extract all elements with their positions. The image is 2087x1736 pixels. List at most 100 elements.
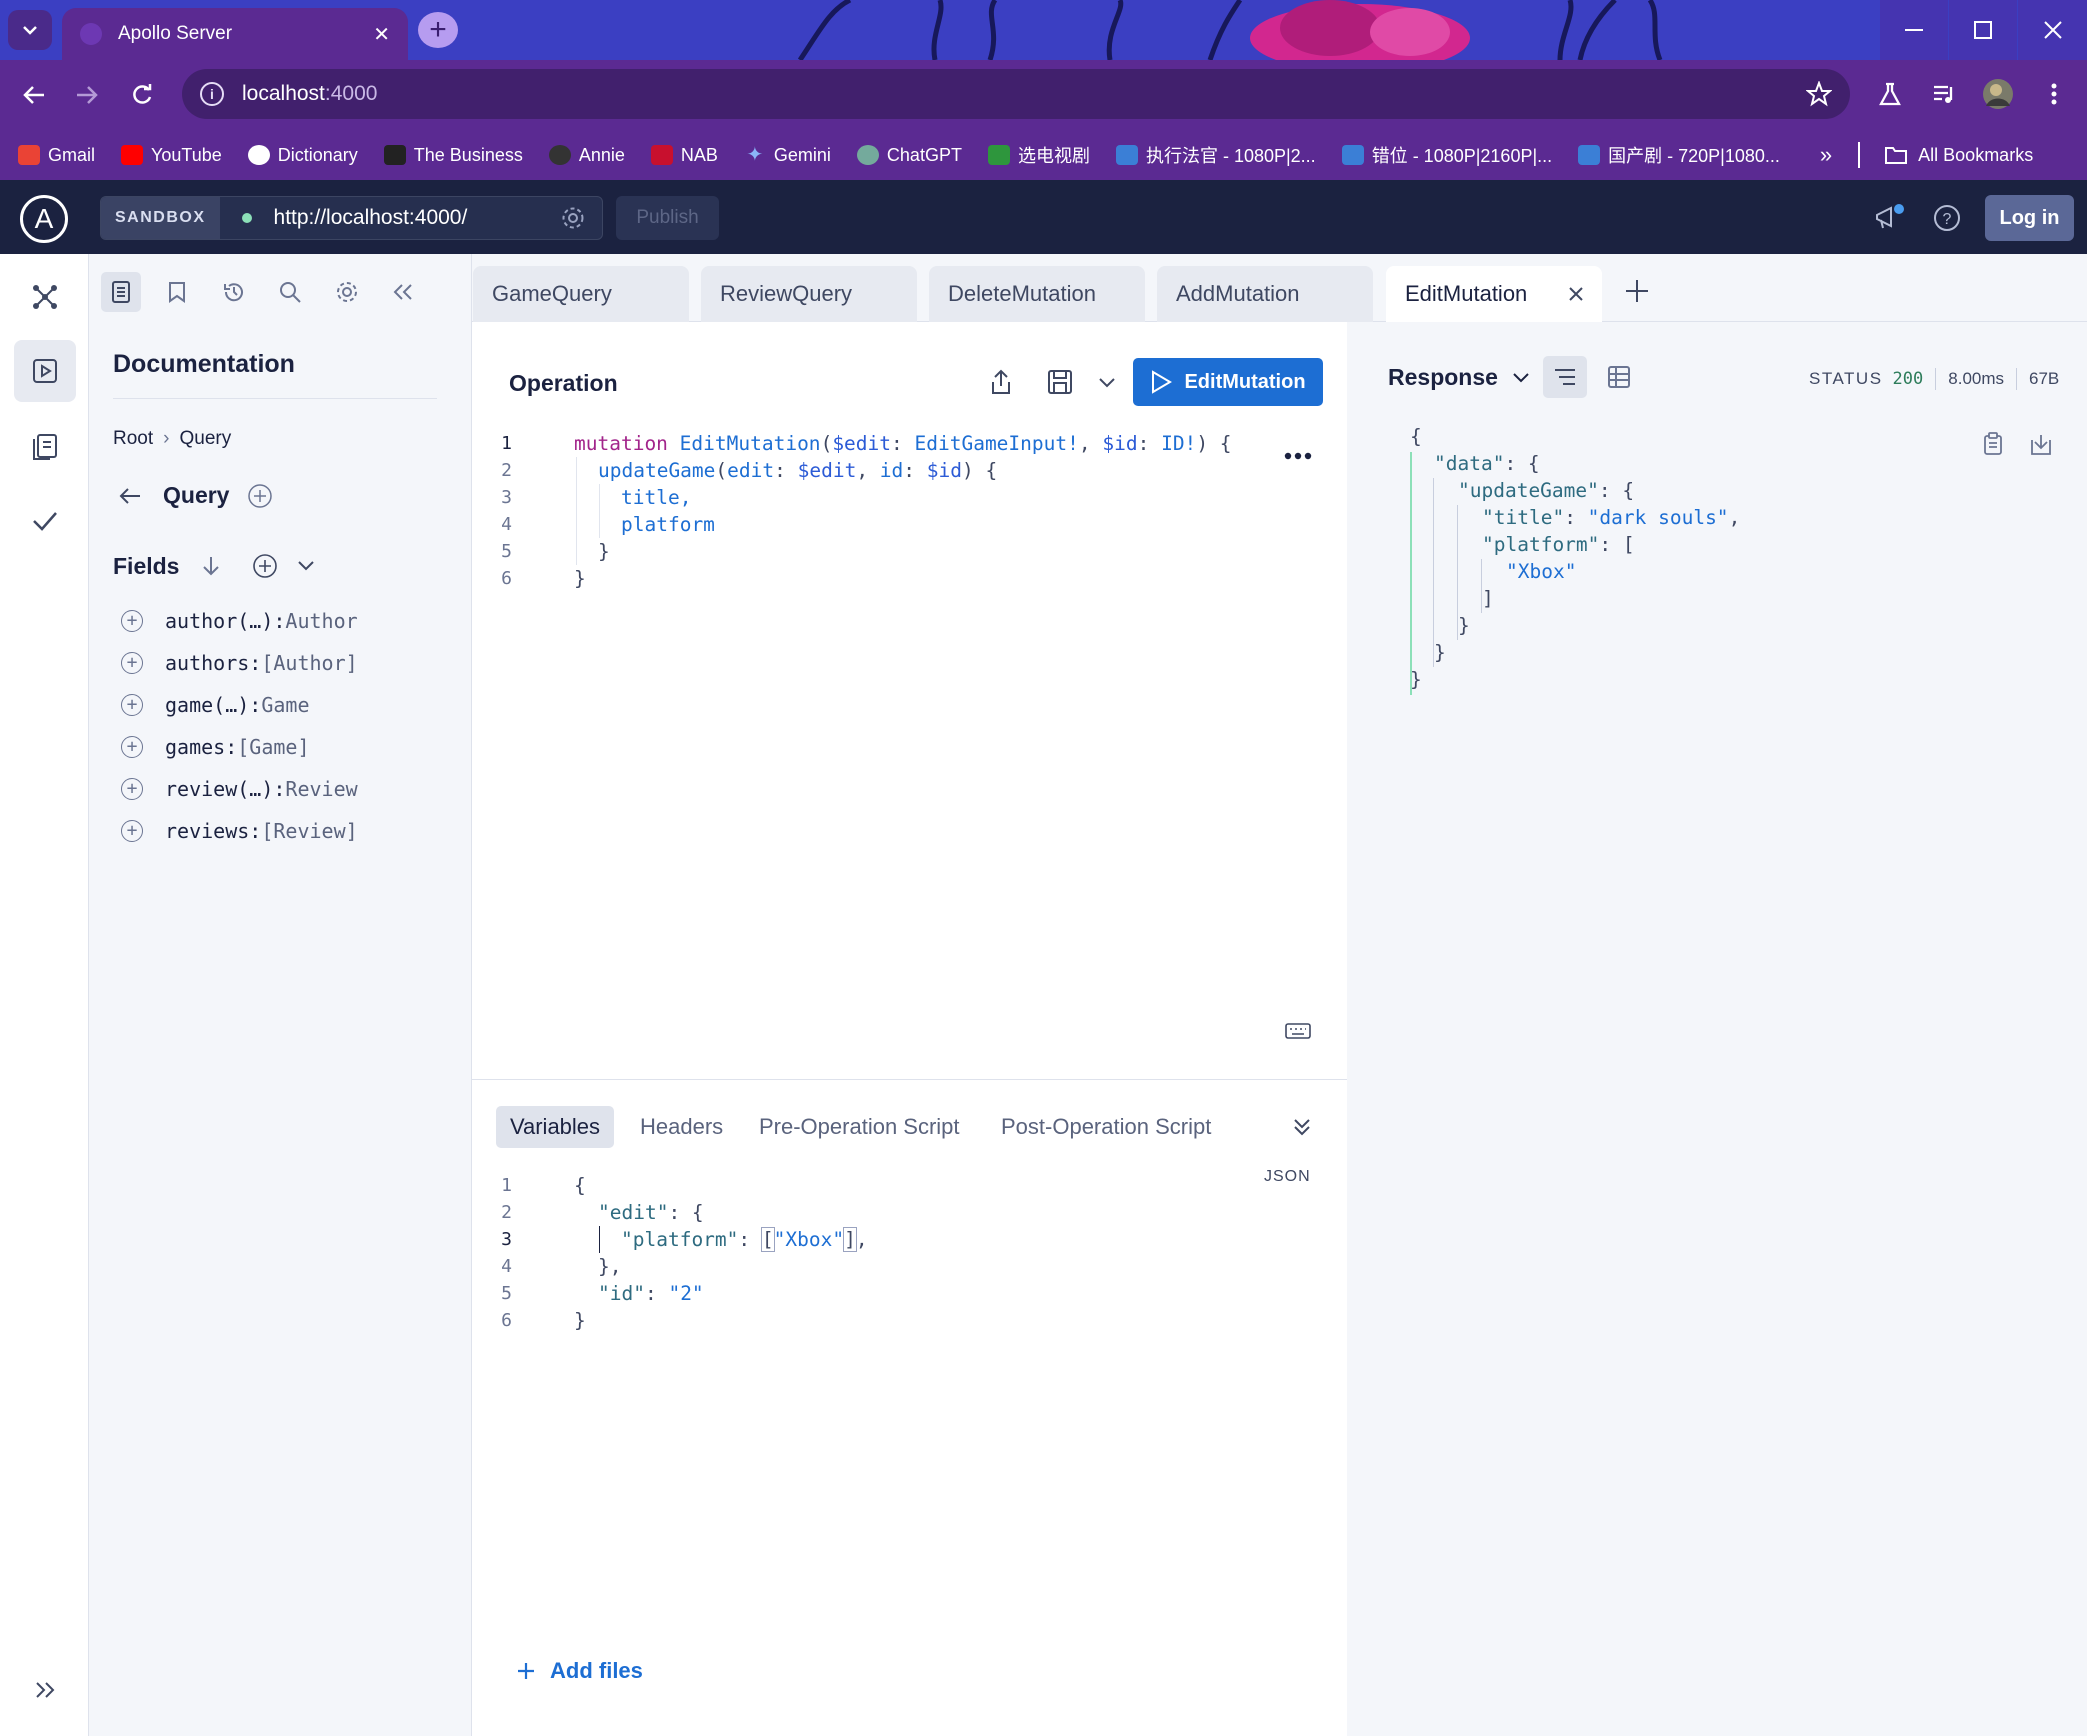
field-type[interactable]: [Game] [237, 735, 309, 759]
double-chevron-down-icon[interactable] [1292, 1117, 1312, 1137]
add-field-icon[interactable]: + [121, 778, 143, 800]
maximize-button[interactable] [1949, 0, 2017, 60]
field-item-authors[interactable]: + authors: [Author] [121, 651, 358, 675]
field-type[interactable]: Author [285, 609, 357, 633]
share-icon[interactable] [989, 368, 1013, 396]
tab-game-query[interactable]: GameQuery [473, 266, 689, 322]
back-button[interactable] [14, 75, 54, 115]
bookmark-tv-select[interactable]: 选电视剧 [987, 142, 1090, 168]
endpoint-url-input[interactable]: http://localhost:4000/ [274, 206, 560, 230]
browser-menu-button[interactable] [2036, 76, 2072, 112]
tab-variables[interactable]: Variables [496, 1106, 614, 1148]
help-icon[interactable]: ? [1933, 204, 1961, 232]
bookmark-chatgpt[interactable]: ChatGPT [856, 145, 962, 166]
code-line-5[interactable]: } [598, 538, 610, 565]
bookmark-nab[interactable]: NAB [650, 145, 718, 166]
browser-tab-apollo[interactable]: Apollo Server ✕ [62, 8, 408, 60]
var-line-3[interactable]: "platform": ["Xbox"], [621, 1226, 868, 1253]
tab-delete-mutation[interactable]: DeleteMutation [929, 266, 1145, 322]
settings-tab-button[interactable] [327, 272, 367, 312]
publish-button[interactable]: Publish [616, 196, 719, 240]
bookmark-the-business[interactable]: The Business [383, 145, 523, 166]
bookmarks-overflow[interactable]: » [1820, 142, 1832, 168]
collapse-docs-button[interactable] [383, 272, 423, 312]
expand-rail-button[interactable] [14, 1659, 76, 1721]
var-line-2[interactable]: "edit": { [598, 1199, 704, 1226]
sort-arrow-down-icon[interactable] [201, 555, 221, 577]
bookmark-annie[interactable]: Annie [548, 145, 625, 166]
explorer-nav-button[interactable] [14, 340, 76, 402]
new-tab-button[interactable]: + [418, 12, 458, 48]
code-line-6[interactable]: } [574, 565, 586, 592]
breadcrumb-root[interactable]: Root [113, 428, 153, 450]
endpoint-box[interactable]: SANDBOX http://localhost:4000/ [100, 196, 603, 240]
apollo-logo-icon[interactable]: A [20, 195, 68, 243]
arrow-left-icon[interactable] [119, 487, 141, 505]
code-line-3[interactable]: title, [621, 484, 691, 511]
search-tab-button[interactable] [270, 272, 310, 312]
history-tab-button[interactable] [214, 272, 254, 312]
var-line-4[interactable]: }, [598, 1253, 621, 1280]
all-bookmarks[interactable]: All Bookmarks [1884, 145, 2033, 166]
keyboard-icon[interactable] [1285, 1022, 1311, 1040]
docs-tab-button[interactable] [101, 272, 141, 312]
media-button[interactable] [1926, 76, 1962, 112]
reload-button[interactable] [122, 75, 162, 115]
add-field-icon[interactable]: + [121, 652, 143, 674]
response-dropdown[interactable]: Response [1388, 364, 1530, 391]
profile-avatar[interactable] [1980, 76, 2016, 112]
var-line-1[interactable]: { [574, 1172, 586, 1199]
add-tab-icon[interactable] [1624, 278, 1650, 304]
var-line-5[interactable]: "id": "2" [598, 1280, 704, 1307]
code-line-4[interactable]: platform [621, 511, 715, 538]
add-files-button[interactable]: Add files [516, 1658, 643, 1684]
site-info-icon[interactable]: i [200, 82, 224, 106]
code-line-1[interactable]: mutation EditMutation($edit: EditGameInp… [574, 430, 1232, 457]
tab-pre-operation-script[interactable]: Pre-Operation Script [759, 1106, 960, 1148]
tab-search-button[interactable] [8, 10, 52, 50]
field-item-author[interactable]: + author(…): Author [121, 609, 358, 633]
download-icon[interactable] [2030, 432, 2052, 456]
forward-button[interactable] [67, 75, 107, 115]
checks-nav-button[interactable] [14, 490, 76, 552]
address-url[interactable]: localhost:4000 [242, 82, 1806, 106]
add-field-icon[interactable]: + [121, 694, 143, 716]
collections-nav-button[interactable] [14, 416, 76, 478]
bookmark-star-icon[interactable] [1806, 81, 1832, 107]
field-type[interactable]: [Author] [261, 651, 357, 675]
field-type[interactable]: Game [261, 693, 309, 717]
tab-add-mutation[interactable]: AddMutation [1157, 266, 1373, 322]
bookmark-video-3[interactable]: 国产剧 - 720P|1080... [1578, 142, 1780, 168]
add-field-icon[interactable]: + [121, 736, 143, 758]
bookmark-gmail[interactable]: Gmail [18, 145, 95, 166]
close-window-button[interactable] [2018, 0, 2087, 60]
chevron-down-icon[interactable] [1098, 377, 1116, 389]
tab-headers[interactable]: Headers [640, 1106, 723, 1148]
save-icon[interactable] [1047, 369, 1073, 395]
bookmark-video-2[interactable]: 错位 - 1080P|2160P|... [1341, 142, 1552, 168]
chevron-down-icon[interactable] [297, 560, 315, 572]
schema-nav-button[interactable] [14, 266, 76, 328]
close-tab-icon[interactable] [1568, 286, 1584, 302]
add-field-icon[interactable]: + [121, 610, 143, 632]
add-field-icon[interactable]: + [121, 820, 143, 842]
table-view-button[interactable] [1597, 356, 1641, 398]
field-item-game[interactable]: + game(…): Game [121, 693, 310, 717]
field-type[interactable]: Review [285, 777, 357, 801]
address-bar[interactable]: i localhost:4000 [182, 69, 1850, 119]
login-button[interactable]: Log in [1985, 195, 2074, 241]
code-line-2[interactable]: updateGame(edit: $edit, id: $id) { [598, 457, 997, 484]
tab-post-operation-script[interactable]: Post-Operation Script [1001, 1106, 1211, 1148]
run-operation-button[interactable]: EditMutation [1133, 358, 1323, 406]
json-view-button[interactable] [1543, 356, 1587, 398]
bookmarks-tab-button[interactable] [157, 272, 197, 312]
more-options-icon[interactable] [1284, 452, 1312, 460]
bookmark-youtube[interactable]: YouTube [121, 145, 222, 166]
add-circle-icon[interactable] [251, 552, 279, 580]
field-item-games[interactable]: + games: [Game] [121, 735, 310, 759]
bookmark-dictionary[interactable]: Dictionary [247, 145, 358, 166]
bookmark-gemini[interactable]: ✦ Gemini [744, 145, 831, 166]
close-tab-icon[interactable]: ✕ [373, 22, 390, 47]
field-item-review[interactable]: + review(…): Review [121, 777, 358, 801]
minimize-button[interactable] [1880, 0, 1948, 60]
